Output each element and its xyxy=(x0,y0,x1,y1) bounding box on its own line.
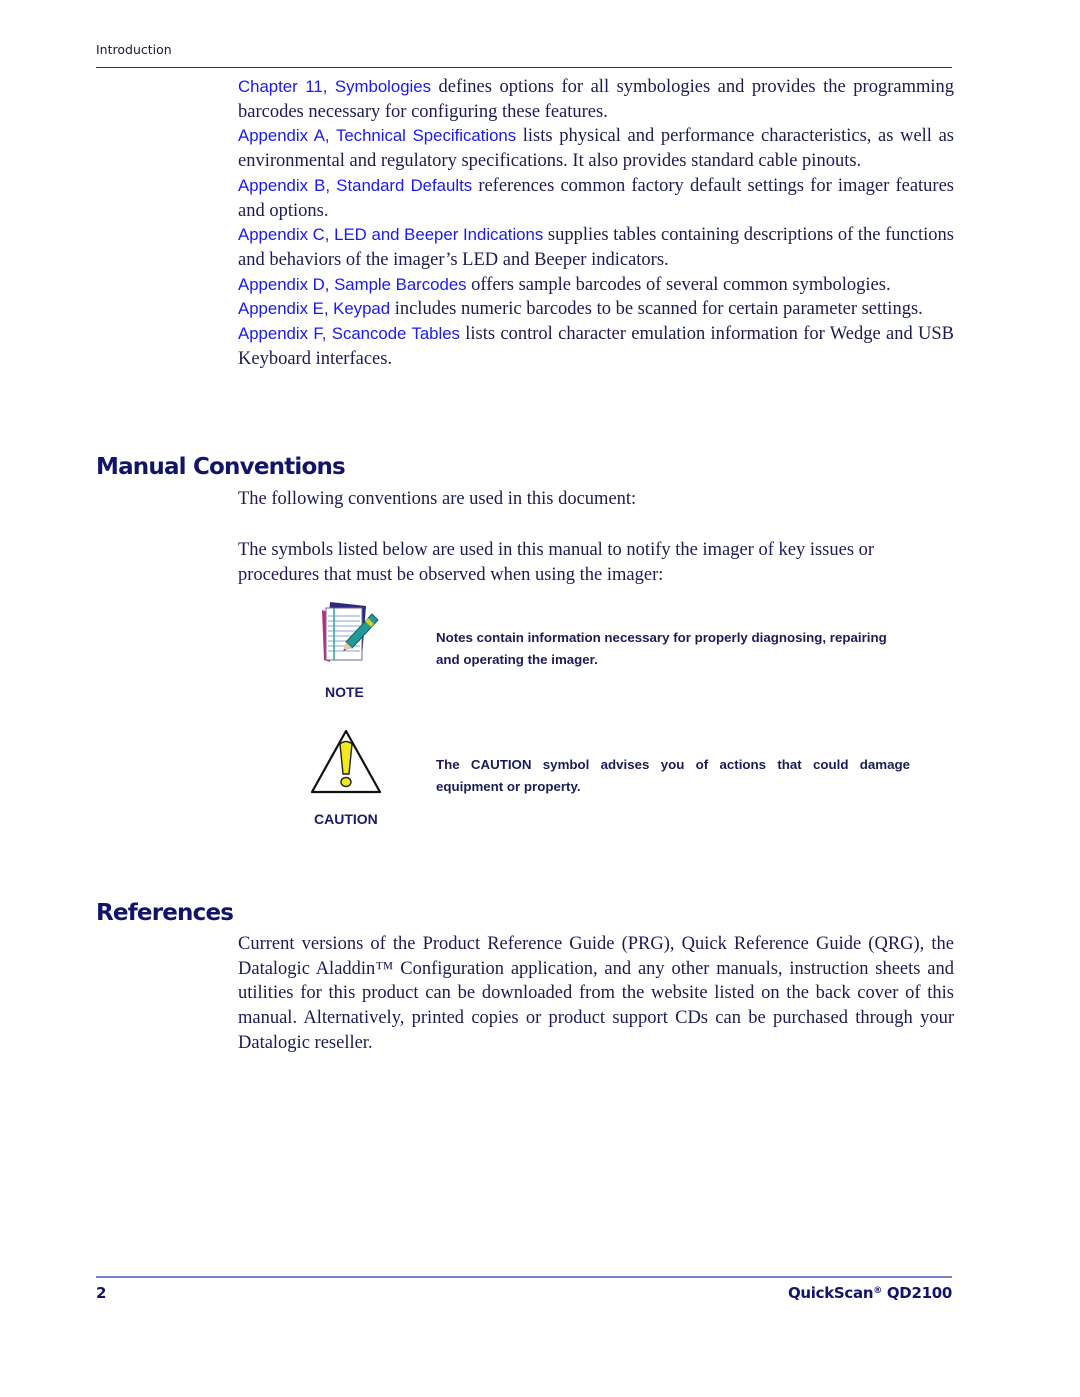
warning-triangle-icon xyxy=(310,728,382,796)
overview-item: Appendix F, Scancode Tables lists contro… xyxy=(238,322,954,371)
overview-item-text: includes numeric barcodes to be scanned … xyxy=(390,299,923,320)
caution-description: The CAUTION symbol advises you of action… xyxy=(436,757,910,794)
overview-item: Appendix C, LED and Beeper Indications s… xyxy=(238,223,954,272)
conventions-intro: The following conventions are used in th… xyxy=(238,489,637,509)
product-name: QuickScan® QD2100 xyxy=(788,1284,952,1302)
references-text: Current versions of the Product Referenc… xyxy=(238,934,954,1053)
caution-label: CAUTION xyxy=(314,811,378,827)
note-label: NOTE xyxy=(325,684,364,700)
overview-item: Appendix A, Technical Specifications lis… xyxy=(238,124,954,173)
link-chapter-11[interactable]: Chapter 11, Symbologies xyxy=(238,77,431,96)
section-heading-references: References xyxy=(96,900,234,926)
link-appendix-d[interactable]: Appendix D, Sample Barcodes xyxy=(238,275,467,294)
footer-divider xyxy=(96,1276,952,1278)
conventions-symbols-text: The symbols listed below are used in thi… xyxy=(238,540,875,585)
header-divider xyxy=(96,67,952,68)
overview-item-text: offers sample barcodes of several common… xyxy=(466,274,891,295)
link-appendix-c[interactable]: Appendix C, LED and Beeper Indications xyxy=(238,225,543,244)
overview-item: Appendix E, Keypad includes numeric barc… xyxy=(238,297,954,322)
overview-item: Appendix B, Standard Defaults references… xyxy=(238,174,954,223)
overview-item: Appendix D, Sample Barcodes offers sampl… xyxy=(238,273,954,298)
note-description: Notes contain information necessary for … xyxy=(436,630,887,667)
registered-mark: ® xyxy=(873,1286,882,1296)
product-brand: QuickScan xyxy=(787,1284,874,1302)
product-model: QD2100 xyxy=(881,1284,952,1302)
link-appendix-f[interactable]: Appendix F, Scancode Tables xyxy=(238,324,460,343)
link-appendix-b[interactable]: Appendix B, Standard Defaults xyxy=(238,176,472,195)
link-appendix-a[interactable]: Appendix A, Technical Specifications xyxy=(238,126,516,145)
section-heading-manual-conventions: Manual Conventions xyxy=(96,454,346,480)
overview-item: Chapter 11, Symbologies defines options … xyxy=(238,75,954,124)
link-appendix-e[interactable]: Appendix E, Keypad xyxy=(238,299,390,318)
running-header: Introduction xyxy=(96,42,172,57)
page-number: 2 xyxy=(96,1284,107,1302)
notepad-pen-icon xyxy=(316,600,382,666)
chapter-overview-list: Chapter 11, Symbologies defines options … xyxy=(238,75,954,371)
